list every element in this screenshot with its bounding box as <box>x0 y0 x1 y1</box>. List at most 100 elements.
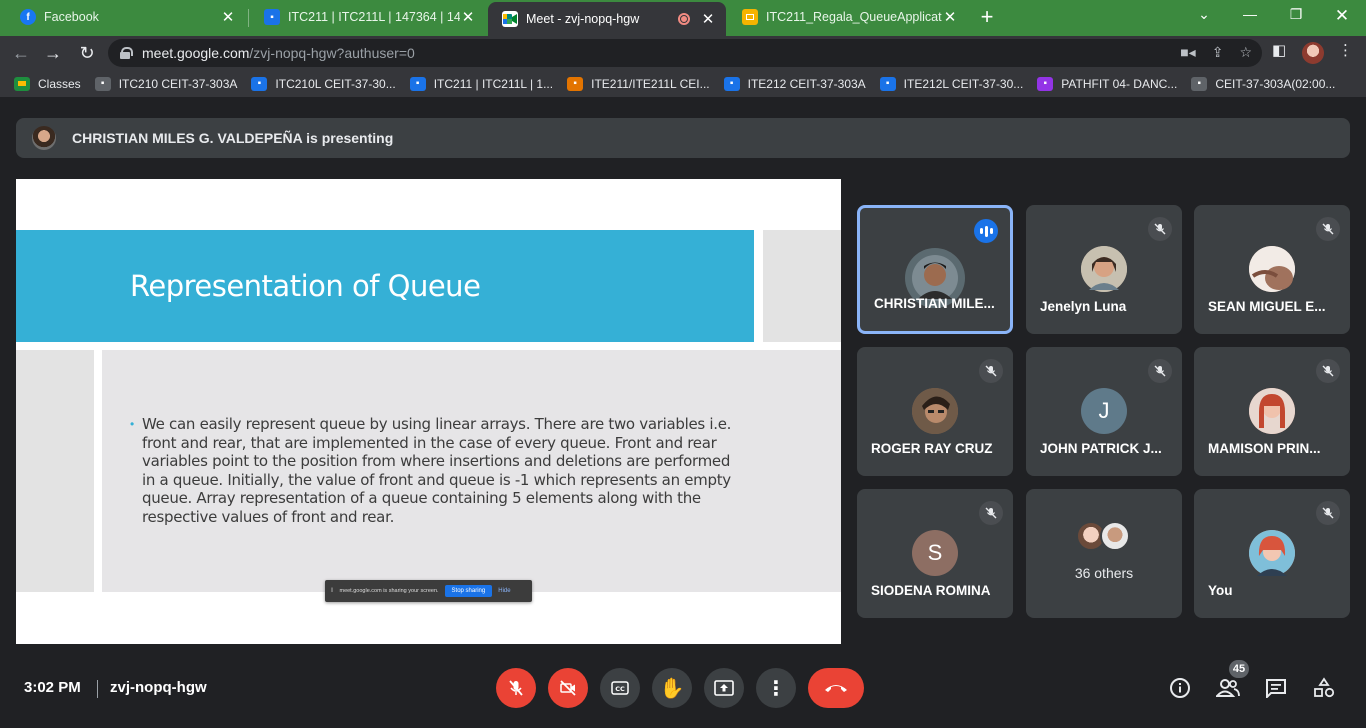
participant-avatar <box>1081 246 1127 292</box>
others-count: 36 others <box>1074 565 1134 581</box>
bookmark-label: ITC211 | ITC211L | 1... <box>433 76 554 91</box>
participant-name: You <box>1208 583 1233 598</box>
classroom-icon: ▪ <box>94 76 111 91</box>
participant-avatar: J <box>1081 388 1127 434</box>
screen-share-notice: ‖ meet.google.com is sharing your screen… <box>325 580 532 602</box>
browser-toolbar: ← → ↻ meet.google.com/zvj-nopq-hgw?authu… <box>0 36 1366 70</box>
tab-itc211[interactable]: ▪ ITC211 | ITC211L | 147364 | 147365 ✕ <box>250 0 486 34</box>
menu-kebab-icon[interactable]: ⋮ <box>1338 41 1353 59</box>
participant-tile[interactable]: MAMISON PRIN... <box>1194 347 1350 476</box>
camera-in-use-icon[interactable]: ■◂ <box>1180 44 1195 61</box>
close-icon[interactable]: ✕ <box>220 8 236 26</box>
classroom-assignment-icon: ▪ <box>723 76 740 91</box>
minimize-icon[interactable]: — <box>1230 6 1270 26</box>
bookmark-label: ITC210 CEIT-37-303A <box>118 76 238 91</box>
window-close-icon[interactable]: ✕ <box>1322 6 1362 26</box>
bookmark-item[interactable]: ▪ ITC210 CEIT-37-303A <box>94 76 238 91</box>
drag-handle-icon[interactable]: ‖ <box>331 588 333 594</box>
tab-title: ITC211_Regala_QueueApplication <box>766 10 942 24</box>
profile-avatar[interactable] <box>1302 42 1324 64</box>
google-slides-icon <box>742 9 758 25</box>
presenting-banner: CHRISTIAN MILES G. VALDEPEÑA is presenti… <box>16 118 1350 158</box>
participant-tile[interactable]: J JOHN PATRICK J... <box>1026 347 1182 476</box>
bookmarks-bar: Classes ▪ ITC210 CEIT-37-303A ▪ ITC210L CE… <box>0 70 1366 98</box>
share-icon[interactable]: ⇪ <box>1212 44 1224 61</box>
forward-arrow-icon[interactable]: → <box>42 42 64 64</box>
people-button[interactable] <box>1216 676 1240 700</box>
close-icon[interactable]: ✕ <box>942 8 958 26</box>
address-bar[interactable]: meet.google.com/zvj-nopq-hgw?authuser=0 … <box>108 39 1262 67</box>
microphone-toggle-button[interactable] <box>496 668 536 708</box>
bookmark-item[interactable]: ▪ ITE211/ITE211L CEI... <box>567 76 710 91</box>
bookmark-item[interactable]: ▪ ITE212 CEIT-37-303A <box>723 76 866 91</box>
slide-decor-block <box>16 350 94 592</box>
captions-button[interactable]: CC <box>600 668 640 708</box>
participant-tile[interactable]: SEAN MIGUEL E... <box>1194 205 1350 334</box>
bookmark-label: ITE211/ITE211L CEI... <box>591 76 710 91</box>
camera-toggle-button[interactable] <box>548 668 588 708</box>
bookmark-item[interactable]: Classes <box>14 76 81 91</box>
participant-name: MAMISON PRIN... <box>1208 441 1321 456</box>
participant-tile[interactable]: ROGER RAY CRUZ <box>857 347 1013 476</box>
participant-avatar <box>1100 521 1130 551</box>
classroom-assignment-icon: ▪ <box>879 76 896 91</box>
chat-button[interactable] <box>1264 676 1288 700</box>
reload-icon[interactable]: ↻ <box>76 42 98 64</box>
participant-avatar <box>1249 388 1295 434</box>
bookmark-item[interactable]: ▪ ITE212L CEIT-37-30... <box>879 76 1023 91</box>
present-now-button[interactable] <box>704 668 744 708</box>
info-icon <box>1170 678 1190 698</box>
bookmark-item[interactable]: ▪ PATHFIT 04- DANC... <box>1037 76 1177 91</box>
meeting-control-bar: 3:02 PM zvj-nopq-hgw CC ✋ ⋮ 45 <box>0 660 1366 728</box>
presenting-text: CHRISTIAN MILES G. VALDEPEÑA is presenti… <box>72 130 394 146</box>
activities-button[interactable] <box>1312 676 1336 700</box>
participant-tile[interactable]: S SIODENA ROMINA <box>857 489 1013 618</box>
chat-icon <box>1266 679 1286 698</box>
classroom-assignment-icon: ▪ <box>1037 76 1054 91</box>
more-options-button[interactable]: ⋮ <box>756 668 796 708</box>
others-tile[interactable]: 36 others <box>1026 489 1182 618</box>
hand-icon: ✋ <box>659 677 685 700</box>
restore-icon[interactable]: ❐ <box>1276 6 1316 26</box>
classroom-icon: ▪ <box>1191 76 1208 91</box>
mic-off-icon <box>1316 217 1340 241</box>
slide-body-text: We can easily represent queue by using l… <box>142 415 732 526</box>
slide-divider <box>16 342 841 350</box>
mic-off-icon <box>1316 501 1340 525</box>
tab-search-icon[interactable]: ⌄ <box>1184 6 1224 26</box>
bookmark-item[interactable]: ▪ CEIT-37-303A(02:00... <box>1191 76 1335 91</box>
slide-decor-block <box>763 230 841 342</box>
meeting-code: zvj-nopq-hgw <box>110 679 207 696</box>
others-avatars <box>1076 521 1132 553</box>
participant-tile[interactable]: Jenelyn Luna <box>1026 205 1182 334</box>
lock-icon[interactable] <box>120 47 133 59</box>
close-icon[interactable]: ✕ <box>700 10 716 28</box>
participant-tile[interactable]: CHRISTIAN MILE... <box>857 205 1013 334</box>
google-classroom-icon <box>14 76 30 91</box>
leave-call-button[interactable] <box>808 668 864 708</box>
meeting-clock: 3:02 PM <box>24 679 81 696</box>
participant-avatar <box>912 388 958 434</box>
meeting-details-button[interactable] <box>1168 676 1192 700</box>
new-tab-icon[interactable]: + <box>976 6 998 28</box>
stop-sharing-button[interactable]: Stop sharing <box>444 585 493 597</box>
bookmark-star-icon[interactable]: ☆ <box>1239 44 1252 61</box>
back-arrow-icon[interactable]: ← <box>10 42 32 64</box>
bookmark-item[interactable]: ▪ ITC210L CEIT-37-30... <box>251 76 396 91</box>
tab-slides[interactable]: ITC211_Regala_QueueApplication ✕ <box>728 0 968 34</box>
tab-facebook[interactable]: f Facebook ✕ <box>6 0 246 34</box>
tab-separator <box>248 9 249 27</box>
divider <box>97 680 98 698</box>
browser-tab-strip: f Facebook ✕ ▪ ITC211 | ITC211L | 147364… <box>0 0 1366 36</box>
close-icon[interactable]: ✕ <box>460 8 476 26</box>
people-icon <box>1216 679 1240 697</box>
participant-name: Jenelyn Luna <box>1040 299 1127 314</box>
hide-button[interactable]: Hide <box>498 588 510 594</box>
self-tile[interactable]: You <box>1194 489 1350 618</box>
camera-off-icon <box>560 680 576 696</box>
tab-meet[interactable]: Meet - zvj-nopq-hgw ✕ <box>488 2 726 36</box>
side-panel-icon[interactable]: ◧ <box>1272 41 1286 59</box>
tab-title: Meet - zvj-nopq-hgw <box>526 12 640 26</box>
raise-hand-button[interactable]: ✋ <box>652 668 692 708</box>
bookmark-item[interactable]: ▪ ITC211 | ITC211L | 1... <box>409 76 554 91</box>
